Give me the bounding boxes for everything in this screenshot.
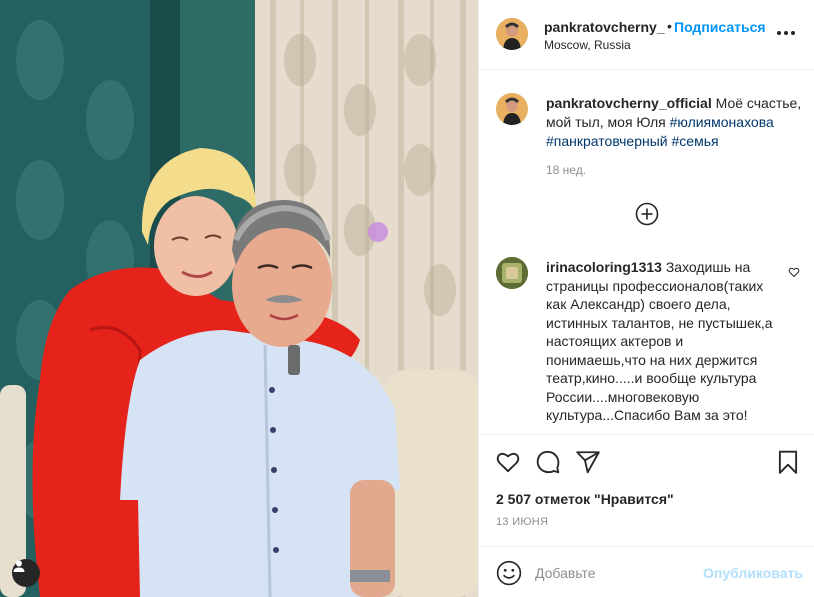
hashtag-link[interactable]: #семья xyxy=(672,133,719,149)
heart-icon[interactable] xyxy=(495,449,521,475)
follow-button[interactable]: Подписаться xyxy=(674,19,766,35)
plus-circle-icon[interactable] xyxy=(635,202,659,226)
user-tags-button[interactable] xyxy=(12,559,40,587)
likes-count[interactable]: 2 507 отметок "Нравится" xyxy=(496,491,674,507)
more-horizontal-icon[interactable] xyxy=(777,24,795,42)
commenter-avatar-image xyxy=(496,257,528,289)
bookmark-icon[interactable] xyxy=(775,449,801,475)
user-silhouette-icon xyxy=(13,560,25,572)
comment-input[interactable] xyxy=(535,563,725,583)
comment-text: Заходишь на страницы профессионалов(таки… xyxy=(546,259,773,423)
hashtag-link[interactable]: #юлиямонахова xyxy=(670,114,774,130)
caption-author-avatar[interactable] xyxy=(496,93,528,125)
post-location[interactable]: Moscow, Russia xyxy=(544,38,631,52)
commenter-avatar[interactable] xyxy=(496,257,528,289)
post-caption: pankratovcherny_official Моё счастье, мо… xyxy=(546,94,804,151)
post-date[interactable]: 13 ИЮНЯ xyxy=(496,516,548,528)
post-side-panel: pankratovcherny_ • Подписаться Moscow, R… xyxy=(478,0,814,597)
post-photo[interactable] xyxy=(0,0,478,597)
add-comment-bar: Опубликовать xyxy=(479,546,814,597)
author-username[interactable]: pankratovcherny_ xyxy=(544,19,665,35)
publish-button[interactable]: Опубликовать xyxy=(703,565,803,581)
comment-heart-icon[interactable] xyxy=(788,266,800,278)
smiley-icon[interactable] xyxy=(496,560,522,586)
caption-timestamp[interactable]: 18 нед. xyxy=(546,163,586,177)
post-photo-image xyxy=(0,0,478,597)
separator-dot: • xyxy=(667,18,672,34)
paper-plane-icon[interactable] xyxy=(575,449,601,475)
commenter-username[interactable]: irinacoloring1313 xyxy=(546,259,662,275)
comment: irinacoloring1313 Заходишь на страницы п… xyxy=(546,258,776,434)
caption-username[interactable]: pankratovcherny_official xyxy=(546,95,712,111)
post-header: pankratovcherny_ • Подписаться Moscow, R… xyxy=(479,0,814,70)
hashtag-link[interactable]: #панкратовчерный xyxy=(546,133,668,149)
comment-icon[interactable] xyxy=(535,449,561,475)
author-avatar[interactable] xyxy=(496,18,528,50)
author-avatar-image xyxy=(496,18,528,50)
post-actions: 2 507 отметок "Нравится" 13 ИЮНЯ xyxy=(479,434,814,546)
caption-author-avatar-image xyxy=(496,93,528,125)
